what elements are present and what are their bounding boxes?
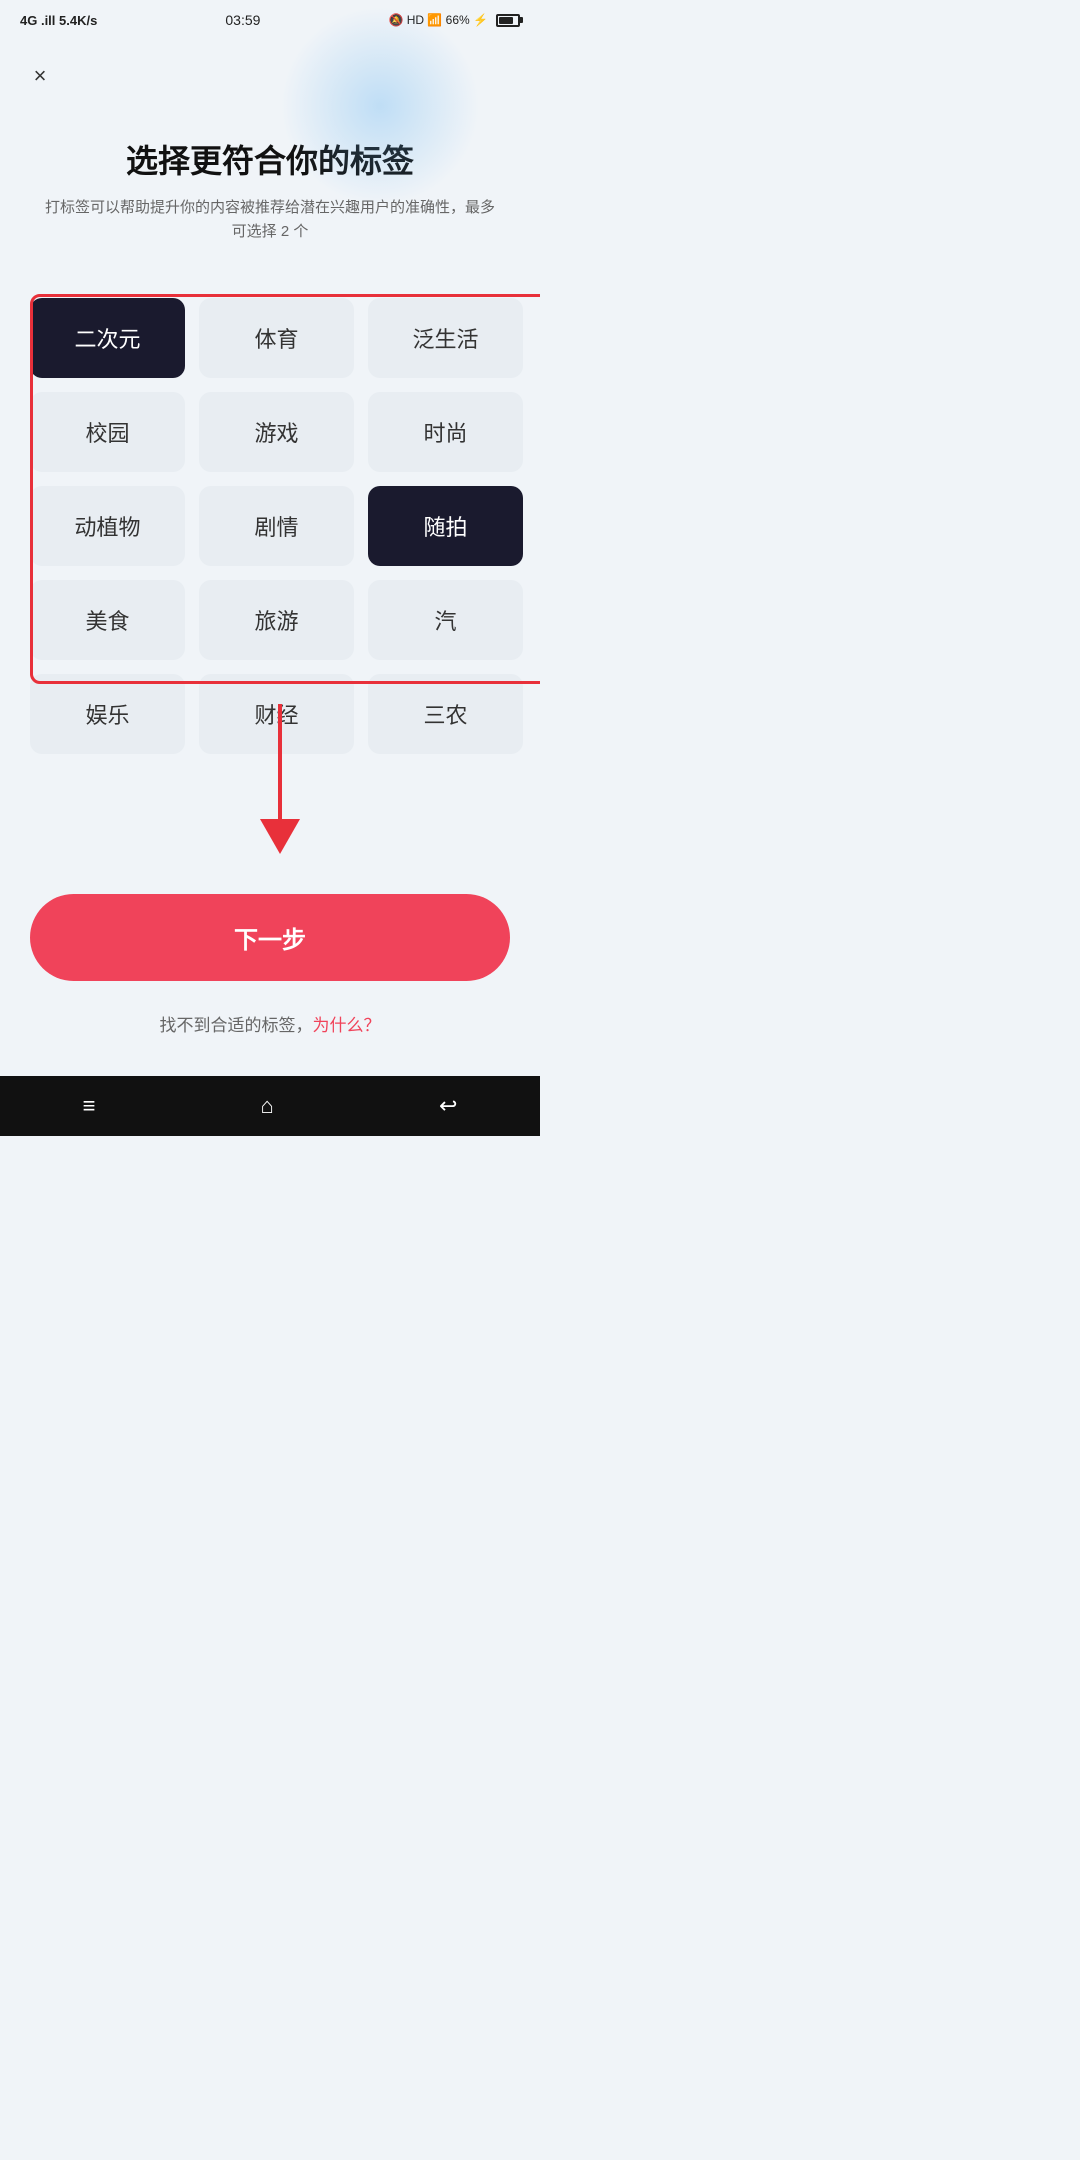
help-text-area: 找不到合适的标签，为什么？ <box>0 1011 540 1036</box>
nav-back-icon[interactable]: ↩ <box>439 1093 457 1119</box>
battery-icon <box>496 14 520 27</box>
next-button[interactable]: 下一步 <box>30 894 510 981</box>
title-area: 选择更符合你的标签 打标签可以帮助提升你的内容被推荐给潜在兴趣用户的准确性，最多… <box>0 36 540 264</box>
tag-anime[interactable]: 二次元 <box>30 298 185 378</box>
page-title: 选择更符合你的标签 <box>0 136 540 182</box>
tags-grid: 二次元体育泛生活校园游戏时尚动植物剧情随拍美食旅游汽娱乐财经三农 <box>30 298 523 754</box>
tag-fashion[interactable]: 时尚 <box>368 392 523 472</box>
tag-sports[interactable]: 体育 <box>199 298 354 378</box>
next-button-wrapper: 下一步 <box>0 894 540 981</box>
main-content: × 选择更符合你的标签 打标签可以帮助提升你的内容被推荐给潜在兴趣用户的准确性，… <box>0 36 540 1036</box>
tag-games[interactable]: 游戏 <box>199 392 354 472</box>
nav-home-icon[interactable]: ⌂ <box>261 1093 274 1119</box>
tag-life[interactable]: 泛生活 <box>368 298 523 378</box>
help-text-static: 找不到合适的标签， <box>160 1016 313 1035</box>
tag-extra1[interactable]: 汽 <box>368 580 523 660</box>
tags-scroll[interactable]: 二次元体育泛生活校园游戏时尚动植物剧情随拍美食旅游汽娱乐财经三农 <box>0 284 540 764</box>
tags-outer: 二次元体育泛生活校园游戏时尚动植物剧情随拍美食旅游汽娱乐财经三农 <box>0 284 540 764</box>
status-left: 4G .ill 5.4K/s <box>20 13 97 28</box>
help-link[interactable]: 为什么？ <box>313 1016 381 1035</box>
tag-candid[interactable]: 随拍 <box>368 486 523 566</box>
close-icon: × <box>34 63 47 89</box>
status-bar: 4G .ill 5.4K/s 03:59 🔕 HD 📶 66% ⚡ <box>0 0 540 36</box>
tag-entertainment[interactable]: 娱乐 <box>30 674 185 754</box>
tag-drama[interactable]: 剧情 <box>199 486 354 566</box>
page-subtitle: 打标签可以帮助提升你的内容被推荐给潜在兴趣用户的准确性，最多可选择 2 个 <box>0 196 540 244</box>
arrow-icon <box>250 704 310 864</box>
close-button[interactable]: × <box>20 56 60 96</box>
tag-rural[interactable]: 三农 <box>368 674 523 754</box>
status-icons: 🔕 HD 📶 66% ⚡ <box>388 13 488 27</box>
tag-travel[interactable]: 旅游 <box>199 580 354 660</box>
status-time: 03:59 <box>225 12 260 28</box>
tag-campus[interactable]: 校园 <box>30 392 185 472</box>
arrow-container <box>0 764 540 884</box>
bottom-nav: ≡ ⌂ ↩ <box>0 1076 540 1136</box>
tag-food[interactable]: 美食 <box>30 580 185 660</box>
status-right: 🔕 HD 📶 66% ⚡ <box>388 13 520 27</box>
tag-nature[interactable]: 动植物 <box>30 486 185 566</box>
nav-menu-icon[interactable]: ≡ <box>83 1093 96 1119</box>
